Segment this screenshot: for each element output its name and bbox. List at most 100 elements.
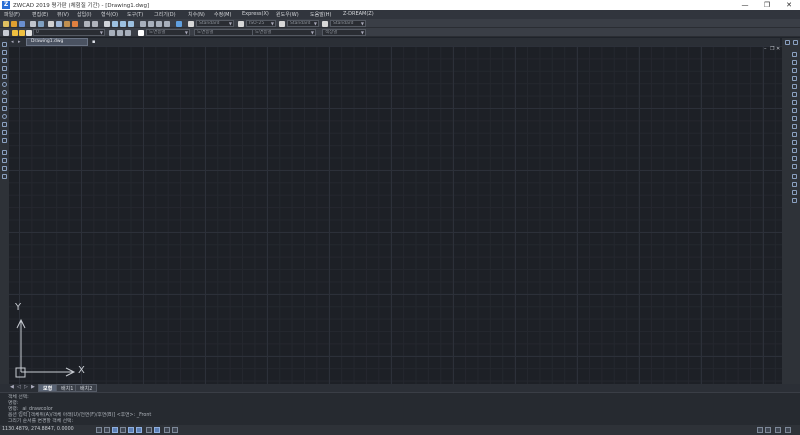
break-icon[interactable]: [792, 132, 797, 137]
open-icon[interactable]: [11, 20, 17, 27]
menu-tools[interactable]: 도구(T): [127, 11, 143, 18]
table-icon[interactable]: [2, 174, 7, 179]
menu-window[interactable]: 윈도우(W): [276, 11, 299, 18]
layout-last-icon[interactable]: ▶: [31, 384, 35, 390]
offset-icon[interactable]: [792, 68, 797, 73]
region-icon[interactable]: [2, 166, 7, 171]
command-prompt-line[interactable]: 그리기 순서를 변경할 객체 선택:: [8, 417, 73, 424]
tool-palette-icon[interactable]: [156, 20, 162, 27]
undo-icon[interactable]: [84, 20, 90, 27]
match-properties-icon[interactable]: [72, 20, 78, 27]
tab-layout2[interactable]: 배치2: [75, 384, 98, 392]
copy-object-icon[interactable]: [792, 52, 797, 57]
close-button[interactable]: ✕: [778, 0, 800, 10]
tab-scroll-right-icon[interactable]: ▸: [18, 39, 21, 45]
polar-toggle-icon[interactable]: [120, 427, 126, 433]
dynamic-ucs-toggle-icon[interactable]: [146, 427, 152, 433]
save-icon[interactable]: [19, 20, 25, 27]
zoom-realtime-icon[interactable]: [112, 20, 118, 27]
annotation-scale-icon[interactable]: [757, 427, 763, 433]
maximize-button[interactable]: ❐: [756, 0, 778, 10]
drawing-canvas[interactable]: [9, 46, 782, 384]
redo-icon[interactable]: [92, 20, 98, 27]
paste-icon[interactable]: [64, 20, 70, 27]
make-current-layer-icon[interactable]: [109, 29, 115, 36]
menu-view[interactable]: 뷰(V): [57, 11, 69, 18]
tab-drawing1[interactable]: Drawing1.dwg: [26, 38, 88, 46]
layer-manager-icon[interactable]: [3, 29, 9, 36]
arc-icon[interactable]: [2, 82, 7, 87]
menu-modify[interactable]: 수정(M): [214, 11, 231, 18]
help-icon[interactable]: [176, 20, 182, 27]
color-select[interactable]: 도면층별 ▼: [146, 29, 190, 36]
line-icon[interactable]: [2, 42, 7, 47]
osnap-toggle-icon[interactable]: [128, 427, 134, 433]
lineweight-select[interactable]: 도면층별 ▼: [252, 29, 316, 36]
extend-icon[interactable]: [792, 124, 797, 129]
rectangle-icon[interactable]: [2, 74, 7, 79]
otrack-toggle-icon[interactable]: [136, 427, 142, 433]
ellipse-icon[interactable]: [2, 114, 7, 119]
scale-icon[interactable]: [792, 100, 797, 105]
menu-express[interactable]: Express(X): [242, 11, 269, 17]
join-icon[interactable]: [792, 140, 797, 145]
clean-screen-icon[interactable]: [785, 427, 791, 433]
move-icon[interactable]: [792, 84, 797, 89]
copy-icon[interactable]: [56, 20, 62, 27]
dynamic-input-toggle-icon[interactable]: [154, 427, 160, 433]
menu-insert[interactable]: 삽입(I): [77, 11, 92, 18]
rotate-icon[interactable]: [792, 92, 797, 97]
plot-style-select[interactable]: 색상별 ▼: [322, 29, 366, 36]
erase-icon[interactable]: [785, 40, 790, 45]
polyline-icon[interactable]: [2, 58, 7, 63]
explode-icon[interactable]: [792, 164, 797, 169]
annotation-visibility-icon[interactable]: [765, 427, 771, 433]
grid-toggle-icon[interactable]: [104, 427, 110, 433]
menu-draw[interactable]: 그리기(D): [154, 11, 176, 18]
calculator-icon[interactable]: [164, 20, 170, 27]
snap-toggle-icon[interactable]: [96, 427, 102, 433]
tab-model[interactable]: 모형: [38, 384, 58, 392]
minimize-button[interactable]: —: [734, 0, 756, 10]
layer-select[interactable]: 0 ▼: [33, 29, 105, 36]
spline-icon[interactable]: [2, 106, 7, 111]
layer-isolate-icon[interactable]: [125, 29, 131, 36]
revision-cloud-icon[interactable]: [2, 98, 7, 103]
circle-icon[interactable]: [2, 90, 7, 95]
construction-line-icon[interactable]: [2, 50, 7, 55]
pan-icon[interactable]: [104, 20, 110, 27]
design-center-icon[interactable]: [148, 20, 154, 27]
zoom-previous-icon[interactable]: [128, 20, 134, 27]
layer-previous-icon[interactable]: [117, 29, 123, 36]
menu-edit[interactable]: 편집(E): [32, 11, 48, 18]
mirror-icon[interactable]: [792, 60, 797, 65]
layout-first-icon[interactable]: ◀: [10, 384, 14, 390]
zoom-window-icon[interactable]: [120, 20, 126, 27]
new-tab-icon[interactable]: ▪: [92, 39, 95, 45]
toolbar-close-icon[interactable]: [793, 40, 798, 45]
array-icon[interactable]: [792, 76, 797, 81]
quick-properties-toggle-icon[interactable]: [172, 427, 178, 433]
multileader-style-select[interactable]: Standard ▼: [330, 20, 366, 27]
workspace-icon[interactable]: [775, 427, 781, 433]
make-block-icon[interactable]: [2, 138, 7, 143]
insert-block-icon[interactable]: [2, 130, 7, 135]
menu-dimension[interactable]: 치수(N): [188, 11, 205, 18]
menu-file[interactable]: 파일(F): [4, 11, 20, 18]
viewport-close-button[interactable]: ✕: [776, 46, 780, 52]
fillet-icon[interactable]: [792, 156, 797, 161]
tab-scroll-left-icon[interactable]: ◂: [11, 39, 14, 45]
list-icon[interactable]: [792, 198, 797, 203]
layout-next-icon[interactable]: ▷: [24, 384, 28, 390]
inquiry-icon[interactable]: [792, 174, 797, 179]
properties-icon[interactable]: [140, 20, 146, 27]
viewport-restore-button[interactable]: ❐: [770, 46, 774, 52]
preview-icon[interactable]: [38, 20, 44, 27]
chamfer-icon[interactable]: [792, 148, 797, 153]
stretch-icon[interactable]: [792, 108, 797, 113]
table-style-select[interactable]: Standard ▼: [287, 20, 319, 27]
polygon-icon[interactable]: [2, 66, 7, 71]
lineweight-toggle-icon[interactable]: [164, 427, 170, 433]
menu-zdream[interactable]: Z-DREAM(Z): [343, 11, 374, 17]
ortho-toggle-icon[interactable]: [112, 427, 118, 433]
